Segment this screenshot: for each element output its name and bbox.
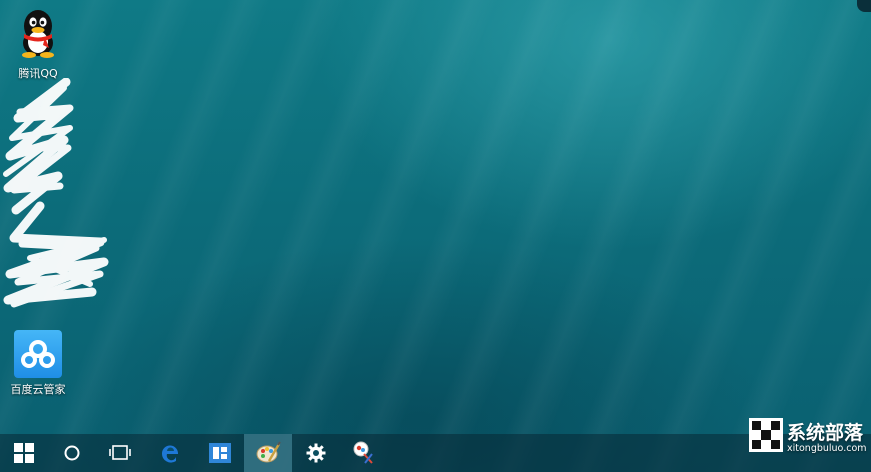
cortana-circle-icon [64, 445, 80, 461]
blue-app-icon [209, 443, 231, 463]
watermark-title: 系统部落 [787, 422, 864, 444]
edge-browser-button[interactable] [146, 434, 194, 472]
snipping-tool-button[interactable] [340, 434, 388, 472]
qq-penguin-icon [22, 10, 54, 58]
windows-logo-icon [14, 443, 34, 463]
cortana-button[interactable] [48, 434, 96, 472]
settings-button[interactable] [292, 434, 340, 472]
gear-icon [306, 443, 326, 463]
watermark: 系统部落 xitongbuluo.com [749, 416, 867, 456]
desktop-icon-qq[interactable]: 腾讯QQ [0, 7, 76, 81]
baidu-cloud-icon [14, 330, 62, 378]
desktop-icon-label: 百度云管家 [10, 383, 66, 396]
taskbar [0, 434, 871, 472]
paint-palette-icon [256, 441, 281, 463]
start-button[interactable] [0, 434, 48, 472]
snipping-tool-icon [353, 441, 373, 464]
paint-button[interactable] [244, 434, 292, 472]
corner-shape [857, 0, 871, 12]
task-view-button[interactable] [96, 434, 144, 472]
wallpaper-light-rays [0, 0, 871, 472]
blue-app-button[interactable] [196, 434, 244, 472]
xitongbuluo-logo-icon [749, 418, 783, 452]
scribble-redaction [3, 78, 109, 308]
edge-browser-icon [161, 445, 179, 463]
desktop[interactable]: 腾讯QQ 百度云管家 系统部落 xitongbuluo.com [0, 0, 871, 472]
desktop-icon-baidu-cloud[interactable]: 百度云管家 [0, 330, 76, 397]
watermark-url: xitongbuluo.com [787, 443, 867, 454]
task-view-icon [109, 445, 131, 460]
